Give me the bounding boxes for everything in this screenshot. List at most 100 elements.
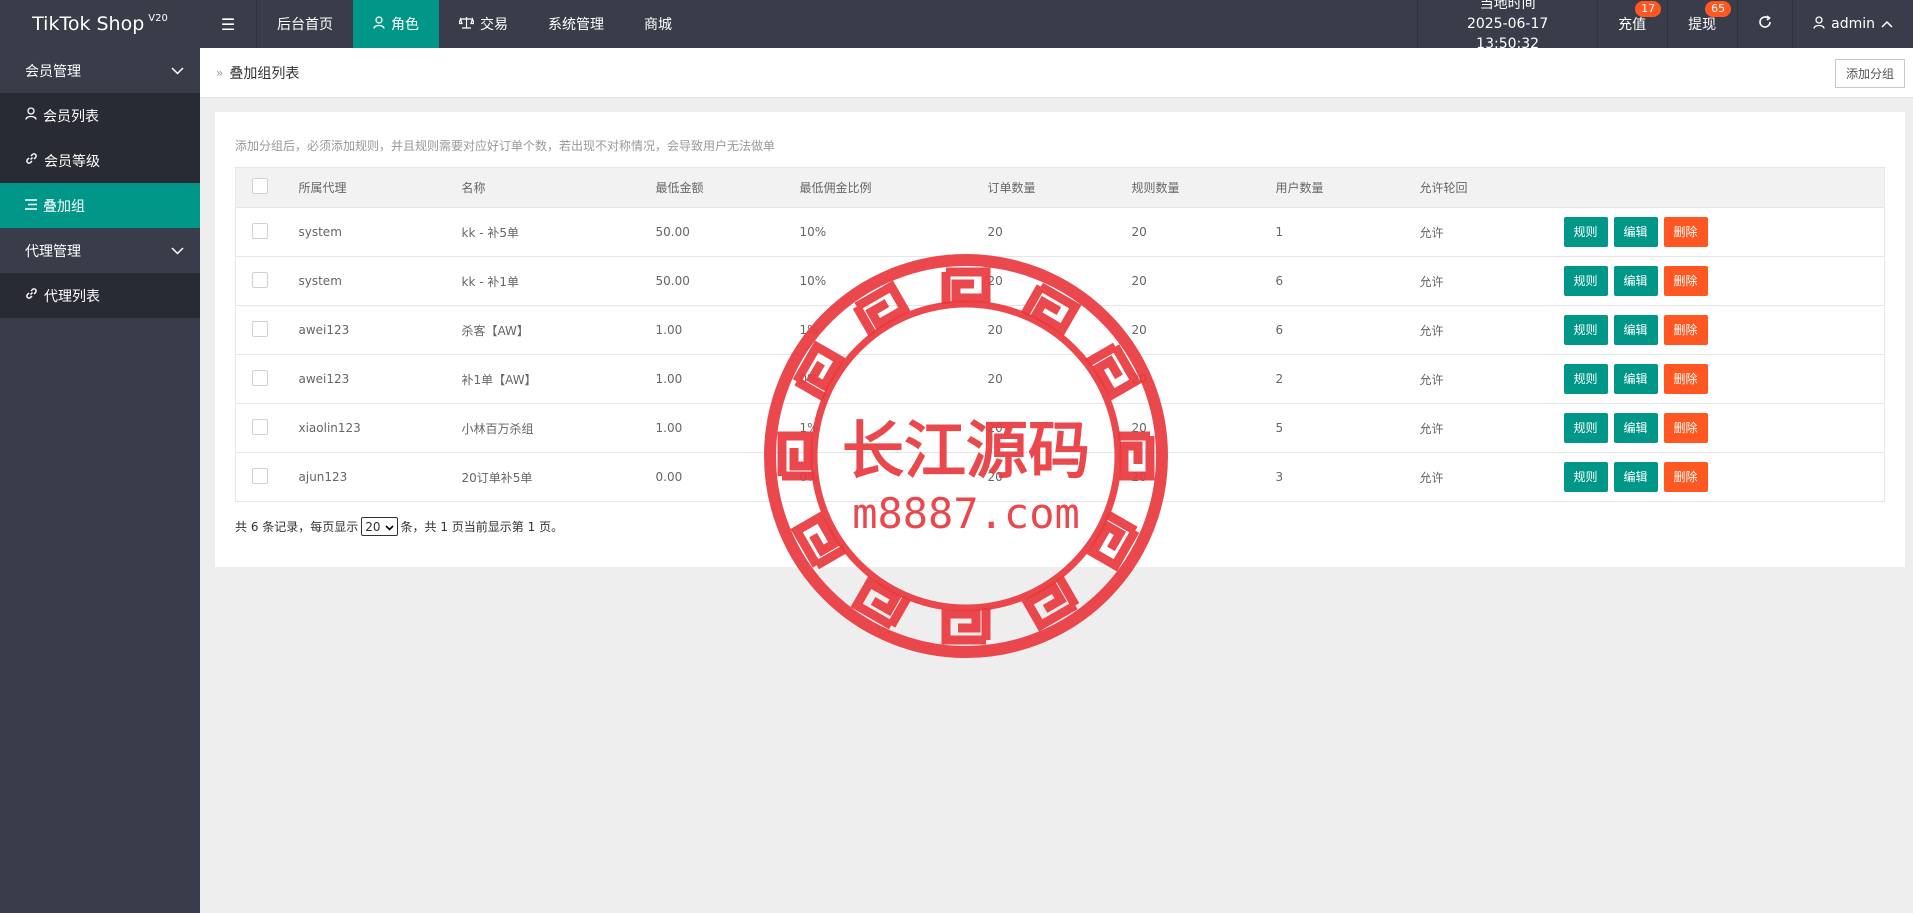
cell-users: 6 <box>1275 305 1420 355</box>
rule-button[interactable]: 规则 <box>1563 217 1608 247</box>
col-rules: 规则数量 <box>1131 167 1276 208</box>
nav-item-system[interactable]: 系统管理 <box>528 0 624 48</box>
recharge-button[interactable]: 充值 17 <box>1597 0 1667 48</box>
nav-item-home[interactable]: 后台首页 <box>257 0 353 48</box>
edit-button[interactable]: 编辑 <box>1613 266 1658 296</box>
rule-button[interactable]: 规则 <box>1563 462 1608 492</box>
seal-fret-segment <box>941 608 991 645</box>
edit-button[interactable]: 编辑 <box>1613 217 1658 247</box>
delete-button[interactable]: 删除 <box>1663 462 1708 492</box>
page-size-select[interactable]: 20 <box>361 517 398 536</box>
sidebar-item-label: 代理列表 <box>44 288 100 305</box>
top-nav: ☰ 后台首页 角色 交易 系统管理 商城 <box>200 0 692 48</box>
app-logo[interactable]: TikTok Shop V20 <box>0 0 200 48</box>
cell-min-rate: 1% <box>799 403 988 453</box>
col-users: 用户数量 <box>1275 167 1420 208</box>
delete-button[interactable]: 删除 <box>1663 413 1708 443</box>
breadcrumb-bar: » 叠加组列表 添加分组 <box>200 48 1913 98</box>
cell-min-amount: 0.00 <box>655 452 800 502</box>
user-name: admin <box>1831 16 1875 32</box>
edit-button[interactable]: 编辑 <box>1613 364 1658 394</box>
cell-loop: 允许 <box>1419 256 1564 306</box>
cell-orders: 20 <box>987 354 1132 404</box>
cell-min-rate: 10% <box>799 256 988 306</box>
top-right-area: 当地时间 2025-06-17 13:50:32 充值 17 提现 65 adm… <box>1417 0 1913 52</box>
edit-button[interactable]: 编辑 <box>1613 413 1658 443</box>
select-all-cell <box>235 167 299 208</box>
sidebar-item-stack-group[interactable]: 叠加组 <box>0 183 200 228</box>
sidebar-item-member-list[interactable]: 会员列表 <box>0 93 200 138</box>
sidebar-item-label: 叠加组 <box>43 198 85 215</box>
cell-min-rate: 10% <box>799 207 988 257</box>
delete-button[interactable]: 删除 <box>1663 266 1708 296</box>
row-actions: 规则 编辑 删除 <box>1563 207 1885 257</box>
list-icon <box>25 198 37 214</box>
cell-name: kk - 补1单 <box>461 256 656 306</box>
recharge-label: 充值 <box>1618 17 1647 33</box>
delete-button[interactable]: 删除 <box>1663 315 1708 345</box>
cell-loop: 允许 <box>1419 452 1564 502</box>
sidebar: 会员管理 会员列表 会员等级 叠加组 代理管理 代理列表 <box>0 48 200 913</box>
cell-min-amount: 50.00 <box>655 207 800 257</box>
row-checkbox[interactable] <box>252 320 268 337</box>
rule-button[interactable]: 规则 <box>1563 413 1608 443</box>
cell-orders: 20 <box>987 452 1132 502</box>
seal-fret-segment <box>1021 575 1080 632</box>
cell-loop: 允许 <box>1419 207 1564 257</box>
rule-button[interactable]: 规则 <box>1563 364 1608 394</box>
refresh-button[interactable] <box>1737 0 1792 48</box>
delete-button[interactable]: 删除 <box>1663 217 1708 247</box>
row-checkbox[interactable] <box>252 369 268 386</box>
nav-item-trade[interactable]: 交易 <box>439 0 528 48</box>
row-actions: 规则 编辑 删除 <box>1563 452 1885 502</box>
nav-item-role-label: 角色 <box>391 17 419 33</box>
cell-name: 补1单【AW】 <box>461 354 656 404</box>
pager-suffix: 条，共 1 页当前显示第 1 页。 <box>400 520 564 534</box>
cell-users: 1 <box>1275 207 1420 257</box>
group-table: 所属代理 名称 最低金额 最低佣金比例 订单数量 规则数量 用户数量 允许轮回 … <box>235 167 1885 502</box>
cell-orders: 20 <box>987 256 1132 306</box>
cell-min-rate: 1% <box>799 305 988 355</box>
edit-button[interactable]: 编辑 <box>1613 315 1658 345</box>
row-actions: 规则 编辑 删除 <box>1563 305 1885 355</box>
app-version: V20 <box>148 12 168 24</box>
tip-text: 添加分组后，必须添加规则，并且规则需要对应好订单个数，若出现不对称情况，会导致用… <box>235 139 776 153</box>
col-loop: 允许轮回 <box>1419 167 1564 208</box>
row-checkbox[interactable] <box>252 418 268 435</box>
rule-button[interactable]: 规则 <box>1563 315 1608 345</box>
user-icon <box>25 107 37 124</box>
withdraw-button[interactable]: 提现 65 <box>1667 0 1737 48</box>
sidebar-group-members[interactable]: 会员管理 <box>0 48 200 93</box>
sidebar-item-member-level[interactable]: 会员等级 <box>0 138 200 183</box>
sidebar-group-members-label: 会员管理 <box>25 63 81 80</box>
refresh-icon <box>1758 15 1772 33</box>
menu-toggle-button[interactable]: ☰ <box>200 0 256 48</box>
rule-button[interactable]: 规则 <box>1563 266 1608 296</box>
add-group-button[interactable]: 添加分组 <box>1834 59 1905 88</box>
edit-button[interactable]: 编辑 <box>1613 462 1658 492</box>
nav-item-mall[interactable]: 商城 <box>624 0 692 48</box>
row-checkbox[interactable] <box>252 222 268 239</box>
row-checkbox[interactable] <box>252 467 268 484</box>
app-title: TikTok Shop <box>32 13 145 35</box>
table-row: awei123 杀客【AW】 1.00 1% 20 20 6 允许 规则 编辑 删除 <box>235 305 1885 355</box>
sidebar-item-agent-list[interactable]: 代理列表 <box>0 273 200 318</box>
breadcrumb-label[interactable]: 叠加组列表 <box>229 63 299 83</box>
top-bar: TikTok Shop V20 ☰ 后台首页 角色 交易 系统管理 商城 当地时… <box>0 0 1913 52</box>
local-time: 当地时间 2025-06-17 13:50:32 <box>1417 0 1597 52</box>
cell-rules: 20 <box>1131 403 1276 453</box>
cell-agent: system <box>298 256 462 306</box>
balance-scale-icon <box>458 16 475 33</box>
cell-rules: 20 <box>1131 354 1276 404</box>
row-select-cell <box>235 403 299 453</box>
select-all-checkbox[interactable] <box>252 178 268 194</box>
cell-name: 杀客【AW】 <box>461 305 656 355</box>
cell-min-amount: 1.00 <box>655 403 800 453</box>
delete-button[interactable]: 删除 <box>1663 364 1708 394</box>
cell-loop: 允许 <box>1419 403 1564 453</box>
user-menu[interactable]: admin <box>1792 0 1913 48</box>
nav-item-role[interactable]: 角色 <box>353 0 439 48</box>
row-checkbox[interactable] <box>252 271 268 288</box>
sidebar-group-agents[interactable]: 代理管理 <box>0 228 200 273</box>
sidebar-group-agents-label: 代理管理 <box>25 243 81 260</box>
